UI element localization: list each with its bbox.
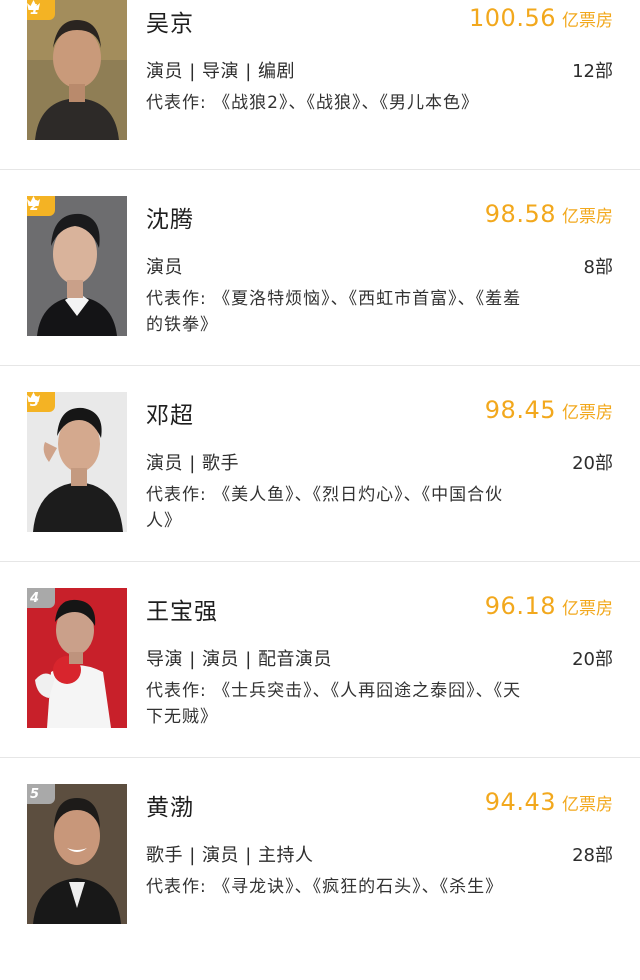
box-office-unit: 亿票房 xyxy=(562,403,613,423)
rank-badge: 1 xyxy=(27,0,55,20)
actor-roles: 演员 xyxy=(146,257,183,278)
film-count: 20部 xyxy=(572,453,613,474)
box-office: 100.56 亿票房 xyxy=(469,4,613,32)
rank-badge: 3 xyxy=(27,392,55,412)
rank-badge: 5 xyxy=(27,784,55,804)
box-office-ranking-list: 1 吴京 100.56 亿票房 演员 | 导演 | 编剧 12部 代表作: 《战… xyxy=(0,0,640,929)
representative-works: 代表作: 《战狼2》、《战狼》、《男儿本色》 xyxy=(146,93,479,113)
actor-roles: 导演 | 演员 | 配音演员 xyxy=(146,649,333,670)
row-divider xyxy=(0,169,640,170)
row-divider xyxy=(0,561,640,562)
ranking-row-2[interactable]: 2 沈腾 98.58 亿票房 演员 8部 代表作: 《夏洛特烦恼》、《西虹市首富… xyxy=(0,196,640,392)
representative-works: 代表作: 《寻龙诀》、《疯狂的石头》、《杀生》 xyxy=(146,877,504,897)
rank-badge: 2 xyxy=(27,196,55,216)
box-office-unit: 亿票房 xyxy=(562,599,613,619)
ranking-row-3[interactable]: 3 邓超 98.45 亿票房 演员 | 歌手 20部 代表作: 《美人鱼》、《烈… xyxy=(0,392,640,588)
representative-works: 代表作: 《美人鱼》、《烈日灼心》、《中国合伙人》 xyxy=(146,485,504,531)
crown-icon xyxy=(27,0,40,10)
film-count: 28部 xyxy=(572,845,613,866)
actor-photo: 1 xyxy=(27,0,127,140)
actor-photo: 3 xyxy=(27,392,127,532)
rank-number: 5 xyxy=(30,786,40,802)
box-office: 94.43 亿票房 xyxy=(485,788,613,816)
box-office: 98.45 亿票房 xyxy=(485,396,613,424)
box-office-value: 96.18 xyxy=(484,592,556,620)
actor-photo: 4 xyxy=(27,588,127,728)
box-office-unit: 亿票房 xyxy=(562,207,613,227)
box-office-value: 98.45 xyxy=(484,396,556,424)
crown-icon xyxy=(27,196,40,206)
box-office-value: 100.56 xyxy=(469,4,556,32)
row-divider xyxy=(0,365,640,366)
rank-number: 4 xyxy=(30,590,40,606)
box-office-unit: 亿票房 xyxy=(562,795,613,815)
actor-photo: 5 xyxy=(27,784,127,924)
ranking-row-1[interactable]: 1 吴京 100.56 亿票房 演员 | 导演 | 编剧 12部 代表作: 《战… xyxy=(0,0,640,196)
box-office-unit: 亿票房 xyxy=(562,11,613,31)
ranking-row-4[interactable]: 4 王宝强 96.18 亿票房 导演 | 演员 | 配音演员 20部 代表作: … xyxy=(0,588,640,784)
actor-roles: 演员 | 歌手 xyxy=(146,453,240,474)
film-count: 8部 xyxy=(583,257,613,278)
film-count: 12部 xyxy=(572,61,613,82)
actor-name: 王宝强 xyxy=(146,599,218,625)
actor-roles: 演员 | 导演 | 编剧 xyxy=(146,61,296,82)
film-count: 20部 xyxy=(572,649,613,670)
box-office: 98.58 亿票房 xyxy=(485,200,613,228)
representative-works: 代表作: 《夏洛特烦恼》、《西虹市首富》、《羞羞的铁拳》 xyxy=(146,289,522,335)
actor-photo: 2 xyxy=(27,196,127,336)
ranking-row-5[interactable]: 5 黄渤 94.43 亿票房 歌手 | 演员 | 主持人 28部 代表作: 《寻… xyxy=(0,784,640,980)
representative-works: 代表作: 《士兵突击》、《人再囧途之泰囧》、《天下无贼》 xyxy=(146,681,522,727)
box-office-value: 98.58 xyxy=(484,200,556,228)
actor-name: 黄渤 xyxy=(146,795,194,821)
box-office: 96.18 亿票房 xyxy=(485,592,613,620)
actor-roles: 歌手 | 演员 | 主持人 xyxy=(146,845,314,866)
rank-badge: 4 xyxy=(27,588,55,608)
row-divider xyxy=(0,757,640,758)
crown-icon xyxy=(27,392,40,402)
actor-name: 邓超 xyxy=(146,403,194,429)
actor-name: 沈腾 xyxy=(146,207,194,233)
actor-name: 吴京 xyxy=(146,11,194,37)
box-office-value: 94.43 xyxy=(484,788,556,816)
